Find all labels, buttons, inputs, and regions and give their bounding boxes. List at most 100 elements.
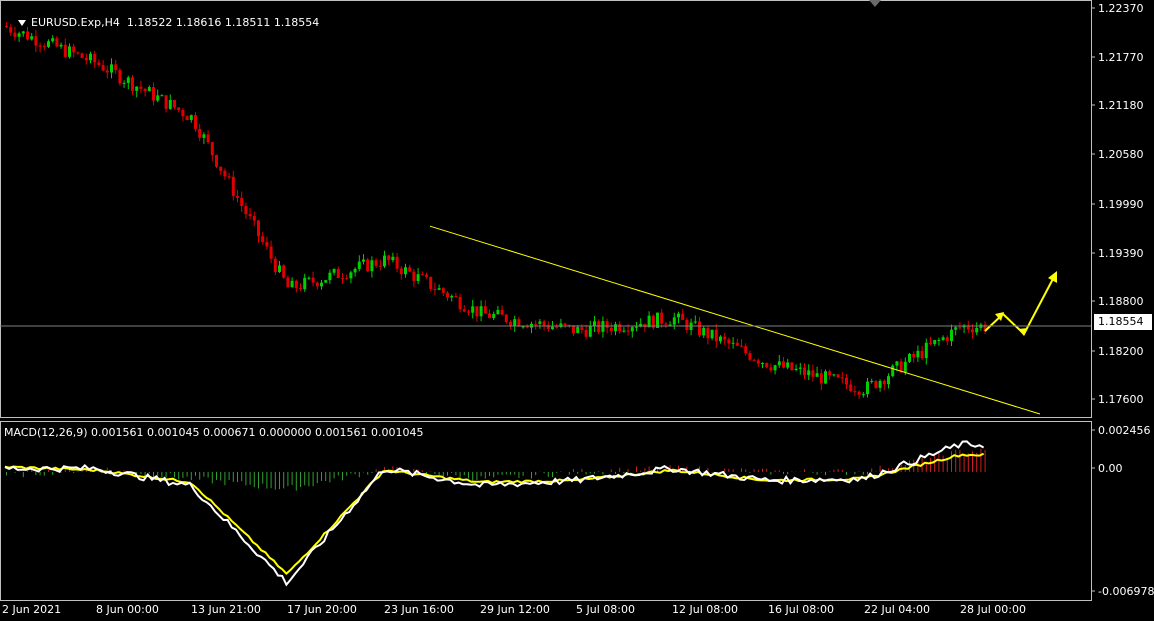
- candle-body: [370, 260, 374, 272]
- date-label: 8 Jun 00:00: [96, 603, 159, 616]
- candle-body: [210, 142, 214, 156]
- candle-body: [794, 368, 798, 371]
- candle-body: [803, 367, 806, 376]
- candle-body: [38, 45, 42, 47]
- candle-body: [290, 280, 294, 288]
- chart-shift-marker[interactable]: [869, 0, 881, 7]
- forecast-arrow-path: [984, 274, 1056, 336]
- candle-body: [811, 370, 815, 377]
- candle-body: [206, 134, 210, 143]
- candle-body: [685, 319, 689, 330]
- date-label: 12 Jul 08:00: [672, 603, 738, 616]
- candle-body: [849, 384, 853, 392]
- candle-body: [954, 327, 958, 330]
- price-label: 1.18800: [1098, 295, 1144, 308]
- date-label: 2 Jun 2021: [2, 603, 62, 616]
- candle-body: [895, 361, 899, 366]
- candle-body: [63, 44, 67, 57]
- candle-body: [202, 134, 206, 138]
- candle-body: [866, 381, 869, 395]
- candle-body: [215, 155, 218, 167]
- candle-body: [513, 319, 517, 326]
- candle-body: [740, 345, 743, 347]
- candle-body: [173, 100, 176, 108]
- candle-body: [525, 326, 529, 328]
- candle-body: [882, 380, 886, 385]
- price-label: 1.18200: [1098, 345, 1144, 358]
- candle-body: [782, 361, 785, 368]
- candle-body: [294, 280, 298, 289]
- candle-body: [135, 86, 139, 91]
- candle-body: [840, 377, 844, 379]
- trading-chart[interactable]: EURUSD.Exp,H4 1.18522 1.18616 1.18511 1.…: [0, 0, 1154, 621]
- macd-signal-line: [4, 452, 985, 575]
- candle-body: [668, 324, 672, 326]
- candle-body: [744, 346, 748, 353]
- candle-body: [194, 115, 197, 129]
- candle-body: [714, 329, 718, 342]
- candle-body: [937, 339, 941, 341]
- candle-body: [786, 362, 790, 368]
- candle-body: [878, 380, 882, 388]
- price-label: 1.20580: [1098, 148, 1144, 161]
- chart-canvas[interactable]: [0, 0, 1154, 621]
- candle-body: [861, 394, 865, 396]
- candle-body: [450, 295, 454, 298]
- candle-body: [273, 258, 277, 273]
- date-label: 23 Jun 16:00: [384, 603, 454, 616]
- candle-body: [908, 353, 911, 362]
- candle-body: [114, 64, 118, 71]
- candle-body: [761, 362, 764, 364]
- candle-body: [647, 315, 651, 328]
- candle-body: [265, 241, 269, 247]
- macd-header: MACD(12,26,9) 0.001561 0.001045 0.000671…: [4, 426, 424, 439]
- candle-body: [446, 292, 449, 298]
- candle-body: [534, 323, 538, 325]
- candle-body: [152, 87, 155, 101]
- candle-body: [42, 46, 46, 48]
- candle-body: [101, 64, 105, 71]
- candle-body: [353, 268, 357, 273]
- candles: [5, 22, 987, 399]
- candle-body: [404, 267, 407, 275]
- date-label: 29 Jun 12:00: [480, 603, 550, 616]
- candle-body: [920, 350, 924, 359]
- candle-body: [391, 256, 395, 261]
- candle-body: [181, 109, 185, 117]
- date-label: 5 Jul 08:00: [576, 603, 635, 616]
- candle-body: [131, 77, 134, 91]
- candle-body: [219, 166, 223, 171]
- chevron-down-icon[interactable]: [18, 20, 26, 26]
- candle-body: [383, 255, 386, 267]
- candle-body: [185, 116, 189, 121]
- symbol-timeframe: EURUSD.Exp,H4: [31, 16, 120, 29]
- candle-body: [236, 196, 239, 198]
- candle-body: [198, 128, 202, 138]
- candle-body: [164, 95, 168, 109]
- candle-body: [819, 373, 823, 384]
- candle-body: [807, 370, 811, 376]
- candle-body: [916, 350, 920, 358]
- candle-body: [777, 361, 781, 366]
- candle-body: [349, 272, 353, 279]
- candle-body: [47, 41, 50, 47]
- candle-body: [903, 361, 907, 373]
- macd-main-line: [4, 440, 985, 587]
- candle-body: [59, 44, 63, 47]
- candle-body: [605, 321, 609, 328]
- candle-body: [357, 261, 361, 269]
- candle-body: [76, 52, 80, 54]
- candle-body: [874, 380, 878, 388]
- candle-body: [698, 321, 701, 336]
- candle-body: [143, 88, 147, 92]
- candle-body: [328, 272, 332, 281]
- price-label: 1.21180: [1098, 99, 1144, 112]
- candle-body: [488, 313, 491, 319]
- candle-body: [378, 265, 382, 267]
- candle-body: [311, 277, 315, 283]
- candle-body: [248, 214, 252, 217]
- candle-body: [576, 327, 580, 334]
- candle-body: [580, 327, 584, 331]
- candle-body: [395, 256, 399, 269]
- candle-body: [584, 330, 588, 337]
